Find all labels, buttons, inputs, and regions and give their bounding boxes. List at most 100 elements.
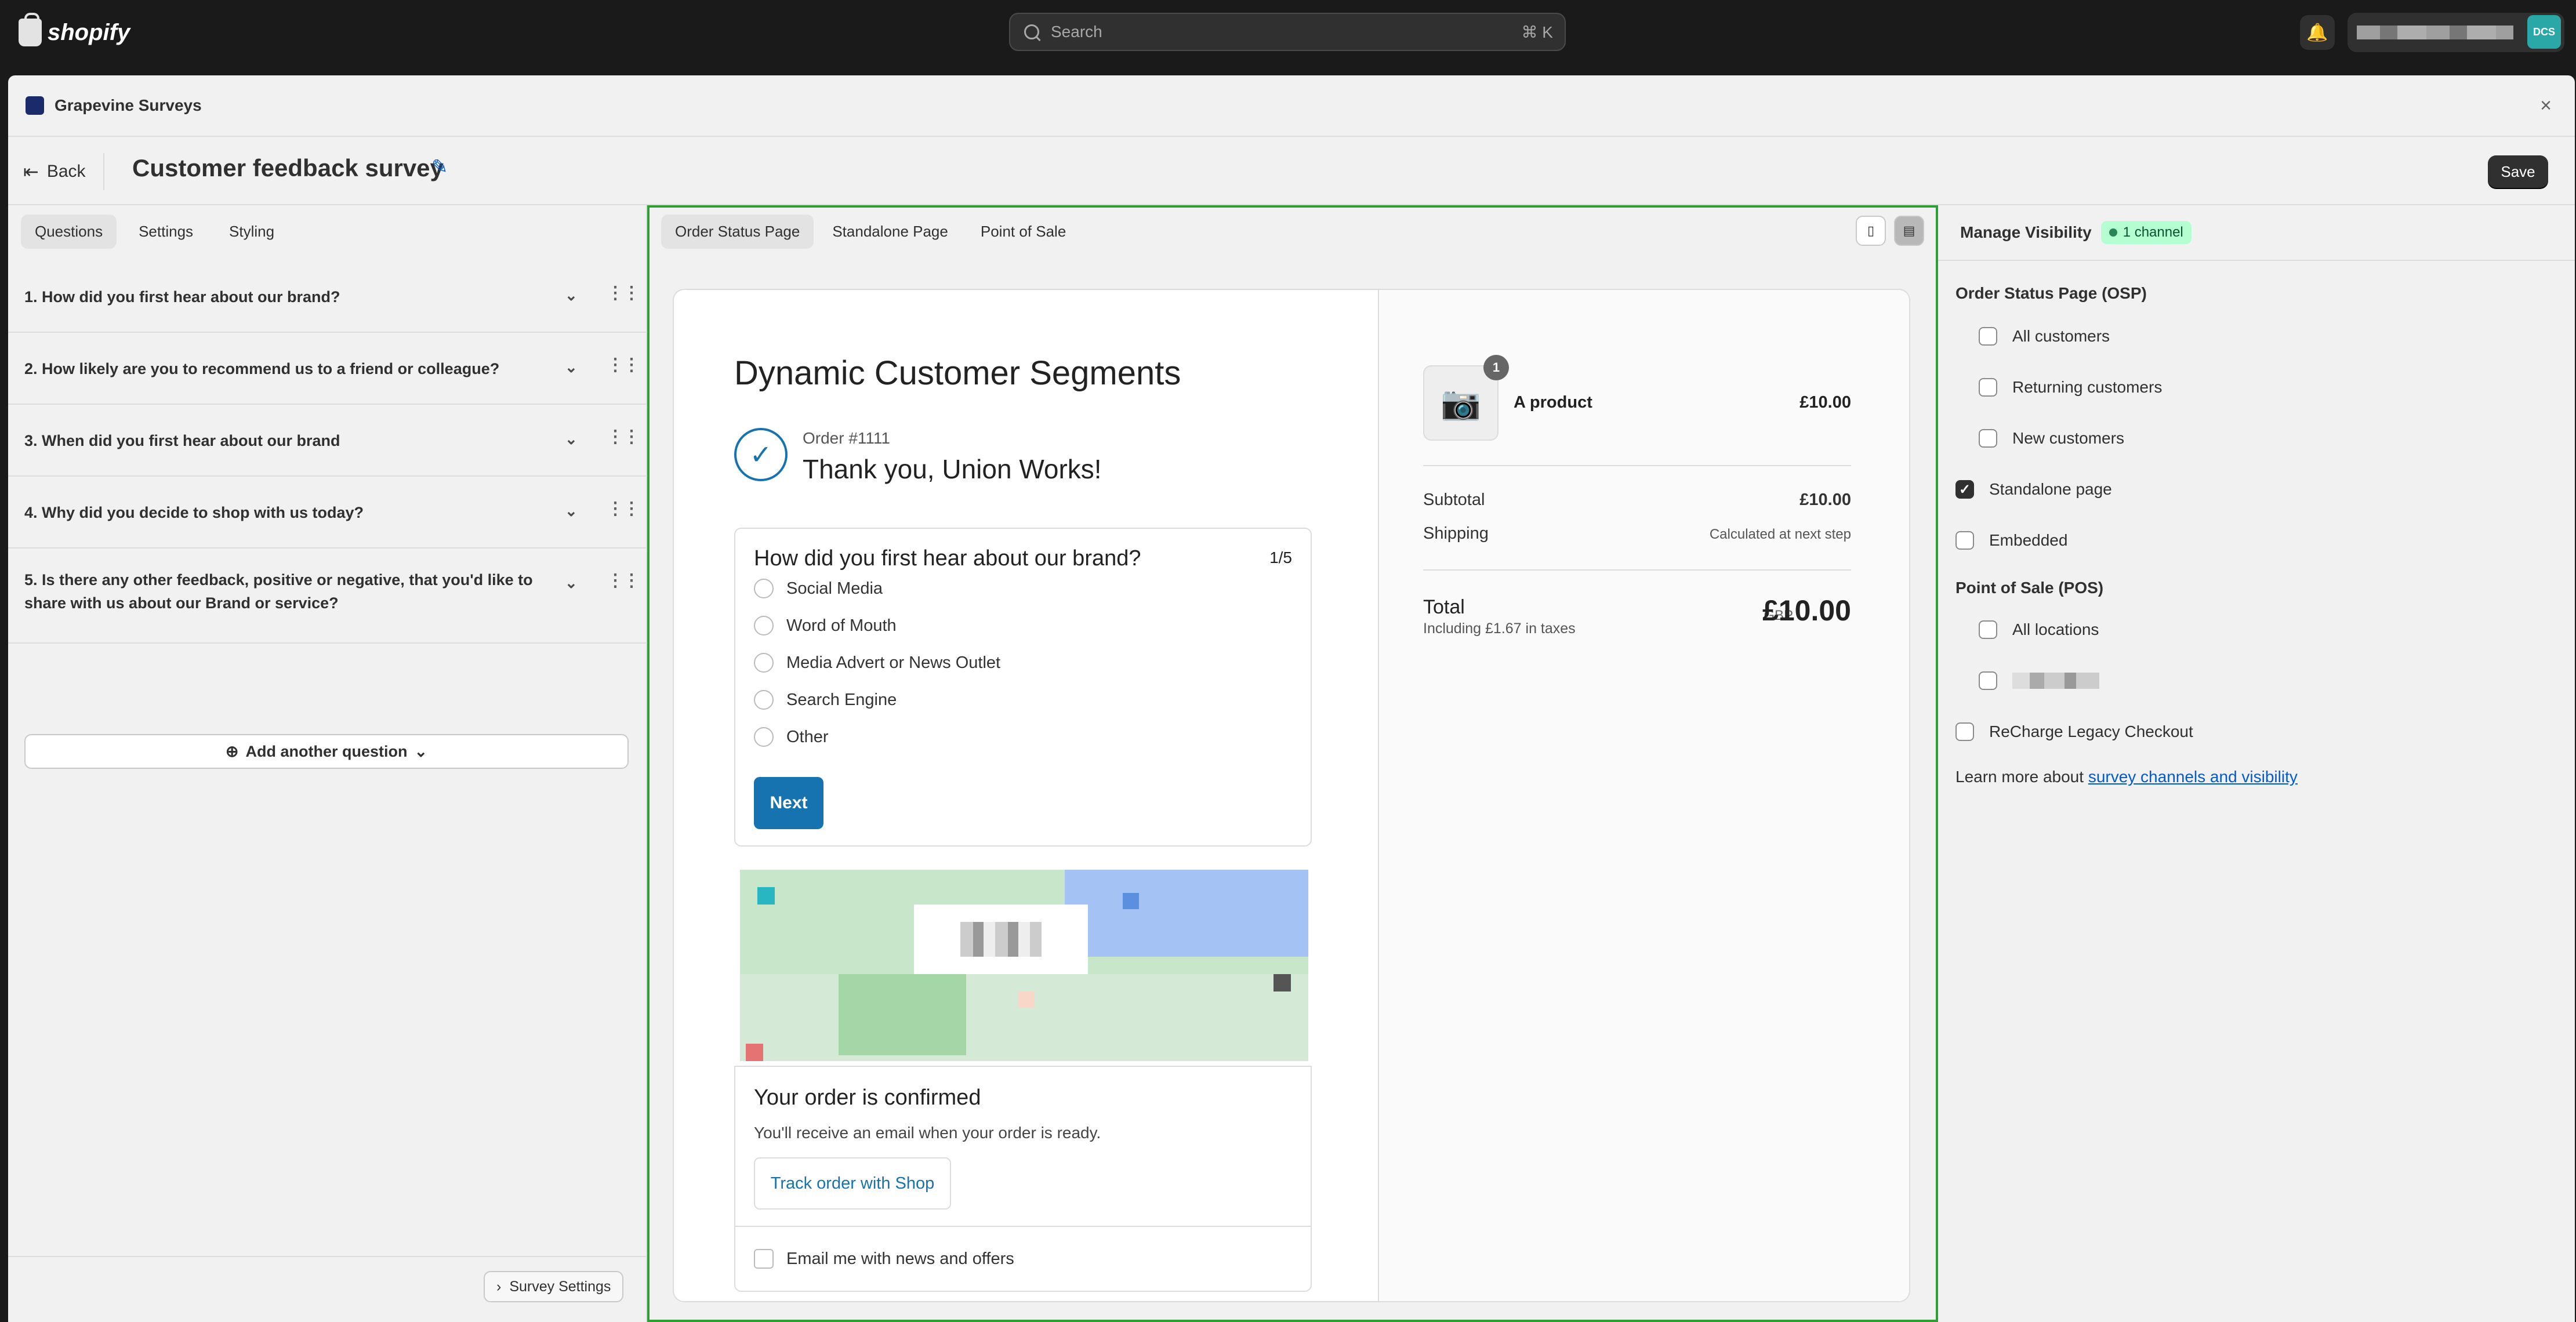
radio-button[interactable] [754,653,774,673]
visibility-title: Manage Visibility [1960,223,2092,241]
question-row[interactable]: 3. When did you first hear about our bra… [8,405,646,477]
redacted-store-name [2357,26,2513,39]
tab-order-status-page[interactable]: Order Status Page [661,215,814,249]
checkbox[interactable] [1955,722,1974,741]
back-button[interactable]: ⇤ Back [23,153,104,190]
checkbox[interactable] [1955,531,1974,550]
checkbox-location[interactable] [1979,671,2099,690]
checkbox-label: ReCharge Legacy Checkout [1989,722,2193,740]
checkbox[interactable] [1979,327,1997,346]
tax-note: Including £1.67 in taxes [1423,620,1576,637]
logo-text: shopify [48,19,130,45]
survey-option[interactable]: Word of Mouth [754,616,897,635]
osp-section-title: Order Status Page (OSP) [1955,284,2147,302]
radio-button[interactable] [754,579,774,598]
chevron-down-icon[interactable]: ⌄ [565,286,578,304]
avatar: DCS [2527,15,2561,49]
total-amount: £10.00 [1762,594,1851,627]
save-button[interactable]: Save [2488,155,2548,188]
shopify-logo[interactable]: shopify [19,13,130,49]
confirmation-title: Your order is confirmed [754,1085,981,1110]
mobile-view-icon[interactable]: ▯ [1856,216,1886,246]
track-order-button[interactable]: Track order with Shop [754,1157,951,1210]
tab-questions[interactable]: Questions [21,215,117,249]
survey-option[interactable]: Media Advert or News Outlet [754,653,1000,673]
radio-button[interactable] [754,727,774,747]
top-bar: shopify Search ⌘ K 🔔 DCS [0,0,2576,65]
desktop-view-icon[interactable]: ▤ [1894,216,1924,246]
checkbox-embedded[interactable]: Embedded [1955,531,2067,550]
chevron-down-icon[interactable]: ⌄ [565,574,578,592]
checkbox-standalone-page[interactable]: ✓ Standalone page [1955,480,2112,499]
question-row[interactable]: 2. How likely are you to recommend us to… [8,333,646,405]
divider [1423,569,1851,571]
back-label: Back [46,162,86,181]
search-shortcut: ⌘ K [1521,23,1553,41]
close-icon[interactable]: × [2540,95,2552,117]
drag-handle-icon[interactable]: ⋮⋮ [607,427,640,447]
checkbox-recharge[interactable]: ReCharge Legacy Checkout [1955,722,2193,741]
order-number: Order #1111 [803,429,890,447]
checkbox[interactable] [1979,671,1997,690]
chevron-down-icon[interactable]: ⌄ [565,502,578,520]
product-price: £10.00 [1799,393,1851,412]
quantity-badge: 1 [1483,355,1509,380]
tab-standalone-page[interactable]: Standalone Page [818,215,962,249]
survey-option[interactable]: Social Media [754,579,883,598]
question-row[interactable]: 4. Why did you decide to shop with us to… [8,477,646,549]
drag-handle-icon[interactable]: ⋮⋮ [607,283,640,303]
shop-name: Dynamic Customer Segments [734,354,1181,392]
tab-settings[interactable]: Settings [125,215,207,249]
subtotal-row: Subtotal £10.00 [1423,491,1851,510]
radio-button[interactable] [754,690,774,710]
question-title: 4. Why did you decide to shop with us to… [24,504,364,521]
subtotal-label: Subtotal [1423,491,1485,509]
option-label: Search Engine [786,690,897,709]
question-row[interactable]: 5. Is there any other feedback, positive… [8,549,646,644]
channel-badge: 1 channel [2100,221,2192,244]
app-header: Grapevine Surveys × [8,75,2575,137]
question-title: 1. How did you first hear about our bran… [24,288,340,306]
drag-handle-icon[interactable]: ⋮⋮ [607,355,640,375]
question-row[interactable]: 1. How did you first hear about our bran… [8,261,646,333]
checkbox[interactable] [1979,620,1997,639]
back-arrow-icon: ⇤ [23,161,39,182]
notifications-bell-icon[interactable]: 🔔 [2300,15,2335,50]
tab-point-of-sale[interactable]: Point of Sale [967,215,1080,249]
shipping-label: Shipping [1423,524,1489,543]
survey-next-button[interactable]: Next [754,777,823,829]
drag-handle-icon[interactable]: ⋮⋮ [607,499,640,519]
survey-settings-button[interactable]: › Survey Settings [484,1271,624,1302]
edit-pencil-icon[interactable]: ✎ [431,155,448,179]
preview-tabs: Order Status Page Standalone Page Point … [661,215,1080,249]
plus-circle-icon: ⊕ [225,742,239,760]
check-circle-icon: ✓ [734,428,788,481]
questions-panel: Questions Settings Styling 1. How did yo… [8,205,647,1322]
checkbox[interactable] [1979,429,1997,448]
checkbox-checked[interactable]: ✓ [1955,480,1974,499]
search-bar[interactable]: Search ⌘ K [1009,13,1566,51]
learn-more-link[interactable]: survey channels and visibility [2088,768,2298,786]
add-question-button[interactable]: ⊕ Add another question ⌄ [24,734,629,769]
checkbox[interactable] [1979,378,1997,397]
drag-handle-icon[interactable]: ⋮⋮ [607,571,640,591]
radio-button[interactable] [754,616,774,635]
question-title: 2. How likely are you to recommend us to… [24,360,500,377]
tab-styling[interactable]: Styling [215,215,288,249]
channel-badge-label: 1 channel [2123,224,2183,240]
account-menu[interactable]: DCS [2348,13,2564,52]
chevron-down-icon[interactable]: ⌄ [565,358,578,376]
survey-option[interactable]: Other [754,727,829,747]
checkbox-all-customers[interactable]: All customers [1979,327,2110,346]
question-title: 3. When did you first hear about our bra… [24,432,340,449]
survey-option[interactable]: Search Engine [754,690,897,710]
chevron-down-icon[interactable]: ⌄ [565,430,578,448]
preview-panel: Order Status Page Standalone Page Point … [647,205,1938,1322]
email-checkbox[interactable] [754,1249,774,1269]
checkbox-returning-customers[interactable]: Returning customers [1979,378,2162,397]
checkbox-new-customers[interactable]: New customers [1979,429,2124,448]
option-label: Social Media [786,579,883,598]
email-opt-in[interactable]: Email me with news and offers [735,1226,1311,1291]
checkbox-all-locations[interactable]: All locations [1979,620,2099,639]
learn-more-text: Learn more about survey channels and vis… [1955,768,2298,786]
